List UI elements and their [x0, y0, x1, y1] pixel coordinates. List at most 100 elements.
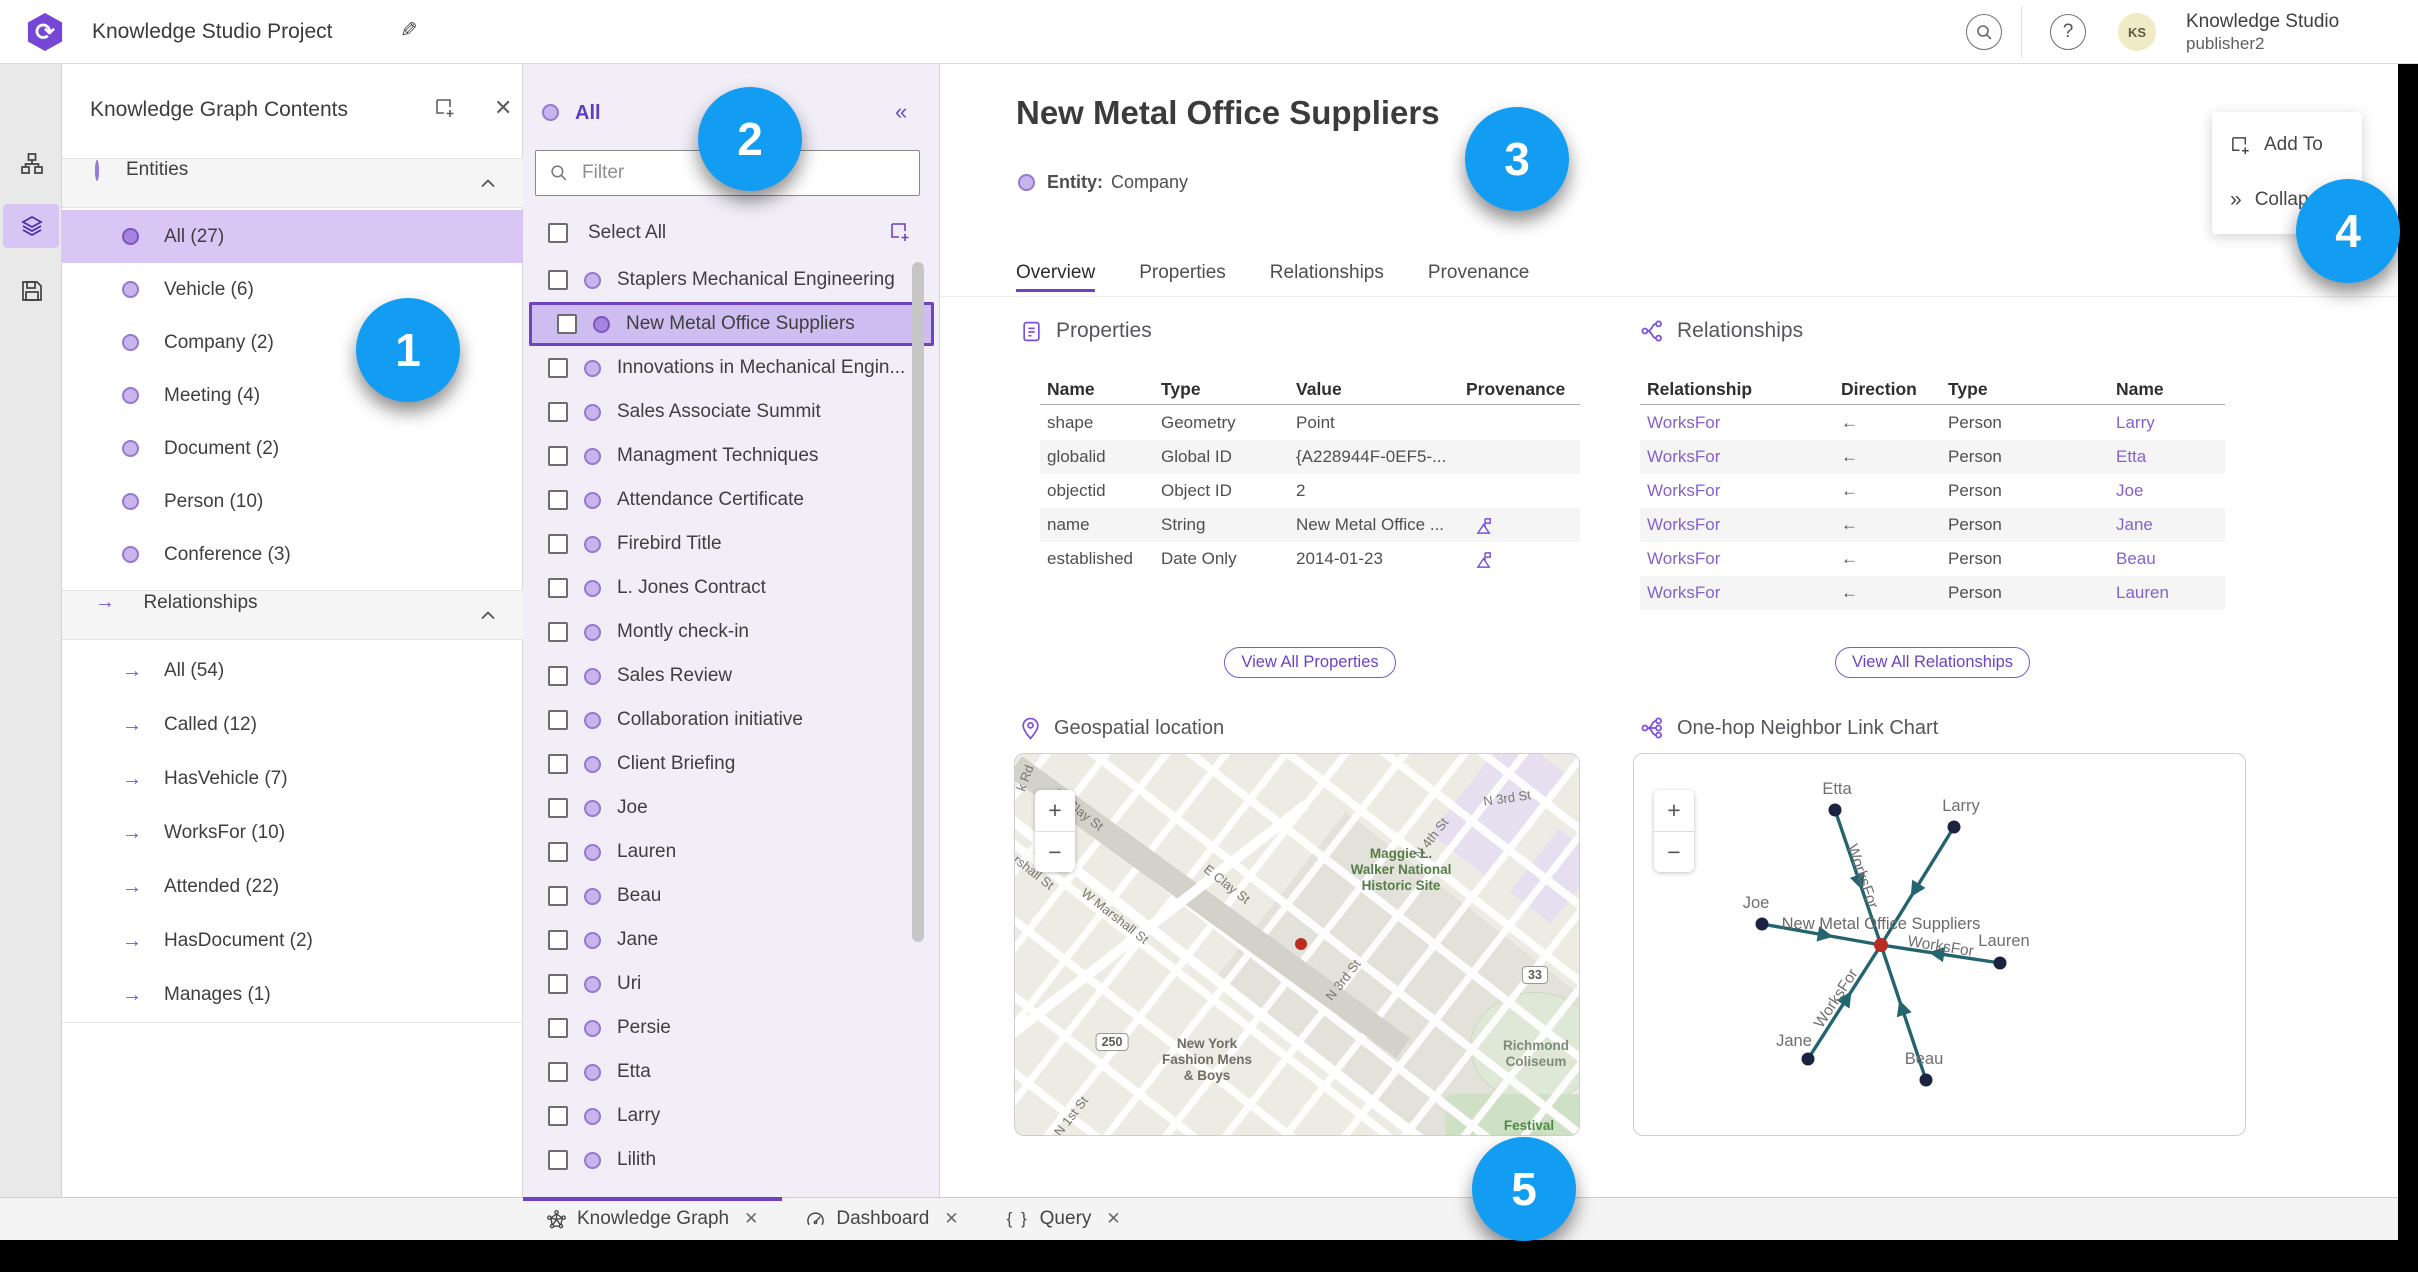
table-row[interactable]: globalid Global ID {A228944F-0EF5-... [1040, 440, 1580, 474]
relationship-link[interactable]: WorksFor [1640, 549, 1834, 569]
relationships-section-header[interactable]: → Relationships [62, 590, 523, 640]
person-node[interactable] [1828, 803, 1842, 817]
item-checkbox[interactable] [548, 534, 568, 554]
relationship-link[interactable]: WorksFor [1640, 583, 1834, 603]
relationship-link[interactable]: WorksFor [1640, 447, 1834, 467]
tab-relationships[interactable]: Relationships [1270, 260, 1384, 292]
close-panel-icon[interactable]: ✕ [494, 95, 512, 121]
relationship-type-item[interactable]: → WorksFor (10) [62, 806, 523, 860]
person-node[interactable] [1801, 1052, 1815, 1066]
edit-title-icon[interactable]: ✎ [400, 18, 418, 43]
item-checkbox[interactable] [548, 358, 568, 378]
zoom-in-button[interactable]: + [1654, 790, 1694, 831]
item-checkbox[interactable] [548, 930, 568, 950]
item-checkbox[interactable] [557, 314, 577, 334]
graph-item-row[interactable]: Lauren [523, 830, 939, 874]
item-checkbox[interactable] [548, 402, 568, 422]
entity-type-item[interactable]: All (27) [62, 210, 523, 263]
item-checkbox[interactable] [548, 666, 568, 686]
entity-type-item[interactable]: Document (2) [62, 422, 523, 475]
graph-item-row[interactable]: Attendance Certificate [523, 478, 939, 522]
graph-item-row[interactable]: Uri [523, 962, 939, 1006]
graph-item-row[interactable]: Sales Review [523, 654, 939, 698]
entity-type-item[interactable]: Conference (3) [62, 528, 523, 581]
graph-item-row[interactable]: Beau [523, 874, 939, 918]
view-tab-dashboard[interactable]: Dashboard ✕ [782, 1198, 982, 1241]
item-checkbox[interactable] [548, 798, 568, 818]
name-link[interactable]: Joe [2109, 481, 2225, 501]
graph-item-row[interactable]: Joe [523, 786, 939, 830]
table-row[interactable]: objectid Object ID 2 [1040, 474, 1580, 508]
item-checkbox[interactable] [548, 886, 568, 906]
relationship-type-item[interactable]: → Attended (22) [62, 860, 523, 914]
table-row[interactable]: WorksFor ← Person Etta [1640, 440, 2225, 474]
graph-item-row[interactable]: Client Briefing [523, 742, 939, 786]
help-button[interactable]: ? [2050, 14, 2086, 50]
item-checkbox[interactable] [548, 1018, 568, 1038]
item-checkbox[interactable] [548, 974, 568, 994]
entity-type-item[interactable]: Person (10) [62, 475, 523, 528]
graph-item-row[interactable]: New Metal Office Suppliers [529, 302, 934, 346]
name-link[interactable]: Etta [2109, 447, 2225, 467]
tab-overview[interactable]: Overview [1016, 260, 1096, 292]
item-checkbox[interactable] [548, 1106, 568, 1126]
scrollbar-thumb[interactable] [912, 262, 924, 942]
relationship-type-item[interactable]: → Called (12) [62, 698, 523, 752]
center-node[interactable] [1874, 938, 1888, 952]
schema-icon[interactable] [20, 152, 44, 176]
save-icon[interactable] [20, 279, 44, 303]
chevron-up-icon[interactable] [481, 611, 495, 620]
relationship-type-item[interactable]: → HasDocument (2) [62, 914, 523, 968]
table-row[interactable]: WorksFor ← Person Jane [1640, 508, 2225, 542]
item-checkbox[interactable] [548, 710, 568, 730]
relationship-link[interactable]: WorksFor [1640, 515, 1834, 535]
tab-properties[interactable]: Properties [1139, 260, 1226, 292]
person-node[interactable] [1993, 956, 2007, 970]
view-tab-query[interactable]: { } Query ✕ [983, 1198, 1145, 1241]
name-link[interactable]: Lauren [2109, 583, 2225, 603]
layers-icon[interactable] [20, 214, 44, 238]
table-row[interactable]: WorksFor ← Person Joe [1640, 474, 2225, 508]
graph-item-row[interactable]: Jane [523, 918, 939, 962]
zoom-in-button[interactable]: + [1035, 790, 1075, 831]
search-button[interactable] [1966, 14, 2002, 50]
graph-item-row[interactable]: L. Jones Contract [523, 566, 939, 610]
add-to-new-icon[interactable] [434, 97, 456, 119]
name-link[interactable]: Jane [2109, 515, 2225, 535]
close-tab-icon[interactable]: ✕ [1106, 1209, 1120, 1229]
table-row[interactable]: name String New Metal Office ... [1040, 508, 1580, 542]
name-link[interactable]: Larry [2109, 413, 2225, 433]
table-row[interactable]: WorksFor ← Person Larry [1640, 406, 2225, 440]
graph-item-row[interactable]: Staplers Mechanical Engineering [523, 258, 939, 302]
person-node[interactable] [1919, 1073, 1933, 1087]
relationship-type-item[interactable]: → All (54) [62, 644, 523, 698]
entities-section-header[interactable]: Entities [62, 158, 523, 208]
item-checkbox[interactable] [548, 754, 568, 774]
graph-item-row[interactable]: Innovations in Mechanical Engin... [523, 346, 939, 390]
item-checkbox[interactable] [548, 1062, 568, 1082]
table-row[interactable]: WorksFor ← Person Lauren [1640, 576, 2225, 610]
zoom-out-button[interactable]: − [1035, 831, 1075, 872]
entity-type-item[interactable]: Meeting (4) [62, 369, 523, 422]
add-to-new-icon[interactable] [889, 221, 911, 243]
close-tab-icon[interactable]: ✕ [944, 1209, 958, 1229]
name-link[interactable]: Beau [2109, 549, 2225, 569]
item-checkbox[interactable] [548, 446, 568, 466]
zoom-out-button[interactable]: − [1654, 831, 1694, 872]
entity-type-item[interactable]: Vehicle (6) [62, 263, 523, 316]
relationship-type-item[interactable]: → Manages (1) [62, 968, 523, 1022]
item-checkbox[interactable] [548, 1150, 568, 1170]
graph-item-row[interactable]: Firebird Title [523, 522, 939, 566]
person-node[interactable] [1755, 917, 1769, 931]
view-all-properties-button[interactable]: View All Properties [1224, 647, 1396, 678]
item-checkbox[interactable] [548, 490, 568, 510]
user-avatar[interactable]: KS [2118, 13, 2156, 51]
select-all-row[interactable]: Select All [523, 211, 939, 255]
item-checkbox[interactable] [548, 578, 568, 598]
relationship-link[interactable]: WorksFor [1640, 481, 1834, 501]
graph-item-row[interactable]: Managment Techniques [523, 434, 939, 478]
person-node[interactable] [1947, 820, 1961, 834]
provenance-flag-icon[interactable] [1459, 516, 1580, 535]
graph-item-row[interactable]: Montly check-in [523, 610, 939, 654]
select-all-checkbox[interactable] [548, 223, 568, 243]
